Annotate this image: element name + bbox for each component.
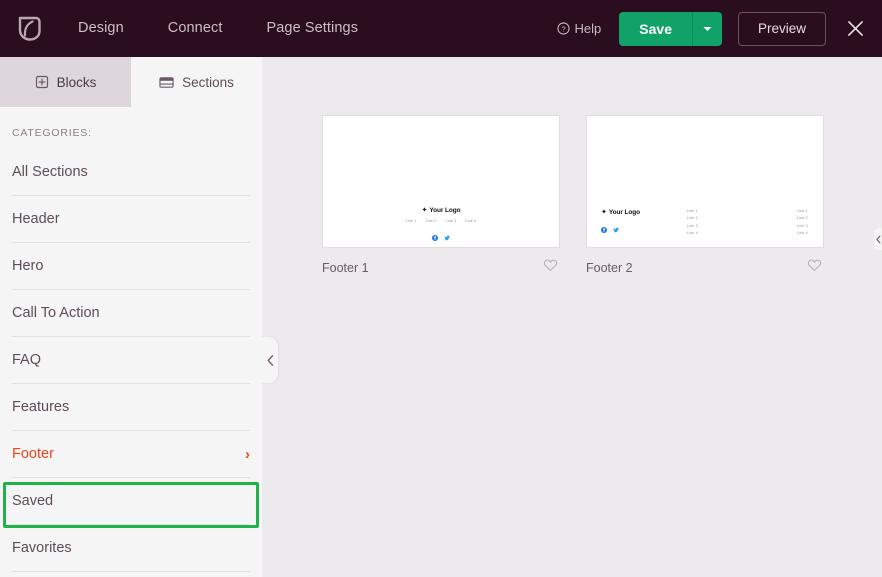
category-label: FAQ bbox=[12, 352, 41, 368]
category-item-favorites[interactable]: Favorites bbox=[12, 525, 250, 572]
logo-glyph-icon: ✦ bbox=[422, 207, 428, 214]
preview-link: Link 4 bbox=[465, 219, 476, 223]
section-thumbnail: ✦ Your Logo bbox=[586, 115, 824, 248]
category-item-hero[interactable]: Hero bbox=[12, 243, 250, 290]
category-item-footer[interactable]: Footer › bbox=[12, 431, 250, 478]
leaf-logo-icon bbox=[16, 15, 43, 42]
tab-sections[interactable]: Sections bbox=[131, 57, 262, 107]
category-label: All Sections bbox=[12, 164, 88, 180]
help-label: Help bbox=[575, 21, 602, 36]
twitter-icon bbox=[613, 220, 619, 226]
section-card-footer-bar: Footer 1 bbox=[322, 258, 560, 277]
preview-link: Link 1 bbox=[797, 209, 808, 213]
preview-link-row: Link 1 Link 2 Link 3 Link 4 bbox=[406, 219, 476, 223]
preview-link: Link 2 bbox=[426, 219, 437, 223]
section-card-grid: ✦ Your Logo Link 1 Link 2 Link 3 Link 4 bbox=[322, 115, 882, 277]
sidebar-tabs: Blocks Sections bbox=[0, 57, 262, 107]
save-dropdown-button[interactable] bbox=[692, 12, 722, 46]
preview-social-row bbox=[601, 220, 687, 226]
category-label: Header bbox=[12, 211, 60, 227]
preview-social-row bbox=[432, 228, 450, 234]
section-thumbnail: ✦ Your Logo Link 1 Link 2 Link 3 Link 4 bbox=[322, 115, 560, 248]
close-button[interactable] bbox=[842, 16, 868, 42]
save-button[interactable]: Save bbox=[619, 12, 692, 46]
section-card-title: Footer 1 bbox=[322, 261, 369, 275]
header-actions: ? Help Save Preview bbox=[557, 0, 882, 57]
category-label: Call To Action bbox=[12, 305, 100, 321]
section-card-footer-bar: Footer 2 bbox=[586, 258, 824, 277]
category-item-faq[interactable]: FAQ bbox=[12, 337, 250, 384]
sidebar: Blocks Sections CATEGORIES: All Sections… bbox=[0, 57, 262, 577]
nav-item-page-settings[interactable]: Page Settings bbox=[244, 0, 380, 57]
save-button-group: Save bbox=[619, 12, 722, 46]
heart-outline-icon bbox=[543, 258, 558, 272]
nav-item-connect[interactable]: Connect bbox=[146, 0, 245, 57]
category-label: Hero bbox=[12, 258, 43, 274]
preview-logo: ✦ Your Logo bbox=[601, 209, 687, 216]
tab-blocks-label: Blocks bbox=[57, 75, 97, 90]
svg-text:?: ? bbox=[561, 24, 565, 33]
close-icon bbox=[847, 20, 864, 37]
chevron-left-icon bbox=[267, 355, 274, 366]
section-card-footer-1[interactable]: ✦ Your Logo Link 1 Link 2 Link 3 Link 4 bbox=[322, 115, 560, 277]
facebook-icon bbox=[432, 228, 438, 234]
main-nav: Design Connect Page Settings bbox=[58, 0, 380, 57]
question-circle-icon: ? bbox=[557, 22, 570, 35]
help-button[interactable]: ? Help bbox=[557, 21, 602, 36]
logo-glyph-icon: ✦ bbox=[601, 209, 607, 216]
preview-link: Link 2 bbox=[687, 216, 797, 220]
preview-link: Link 1 bbox=[406, 219, 417, 223]
category-label: Features bbox=[12, 399, 69, 415]
logo-text: Your Logo bbox=[429, 207, 460, 214]
preview-brand-block: ✦ Your Logo bbox=[601, 209, 687, 226]
page-root: Design Connect Page Settings ? Help Save bbox=[0, 0, 882, 577]
preview-link: Link 3 bbox=[687, 224, 797, 228]
chevron-left-icon bbox=[876, 235, 881, 244]
favorite-button[interactable] bbox=[807, 258, 822, 277]
preview-link: Link 4 bbox=[797, 231, 808, 235]
section-card-title: Footer 2 bbox=[586, 261, 633, 275]
preview-link: Link 1 bbox=[687, 209, 797, 213]
category-list: All Sections Header Hero Call To Action … bbox=[0, 149, 262, 572]
chevron-down-icon bbox=[703, 26, 712, 32]
tab-sections-label: Sections bbox=[182, 75, 234, 90]
category-item-header[interactable]: Header bbox=[12, 196, 250, 243]
logo-text: Your Logo bbox=[609, 209, 640, 216]
category-label: Favorites bbox=[12, 540, 72, 556]
footer-preview-centered: ✦ Your Logo Link 1 Link 2 Link 3 Link 4 bbox=[323, 207, 559, 234]
tab-blocks[interactable]: Blocks bbox=[0, 57, 131, 107]
preview-link-column: Link 1 Link 2 Link 3 Link 4 bbox=[797, 209, 808, 236]
preview-link-column: Link 1 Link 2 Link 3 Link 4 bbox=[687, 209, 797, 236]
app-header: Design Connect Page Settings ? Help Save bbox=[0, 0, 882, 57]
right-panel-handle[interactable] bbox=[874, 228, 882, 250]
preview-link: Link 2 bbox=[797, 216, 808, 220]
category-item-call-to-action[interactable]: Call To Action bbox=[12, 290, 250, 337]
nav-item-design[interactable]: Design bbox=[58, 0, 146, 57]
preview-button[interactable]: Preview bbox=[738, 12, 826, 46]
preview-logo: ✦ Your Logo bbox=[422, 207, 461, 214]
favorite-button[interactable] bbox=[543, 258, 558, 277]
heart-outline-icon bbox=[807, 258, 822, 272]
blocks-square-plus-icon bbox=[35, 75, 49, 89]
sidebar-collapse-handle[interactable] bbox=[262, 337, 278, 383]
section-card-footer-2[interactable]: ✦ Your Logo bbox=[586, 115, 824, 277]
category-label: Saved bbox=[12, 493, 53, 509]
preview-link: Link 4 bbox=[687, 231, 797, 235]
category-item-saved[interactable]: Saved bbox=[12, 478, 250, 525]
sections-stack-icon bbox=[159, 76, 174, 89]
twitter-icon bbox=[444, 228, 450, 234]
sections-canvas: ✦ Your Logo Link 1 Link 2 Link 3 Link 4 bbox=[262, 57, 882, 577]
category-label: Footer bbox=[12, 446, 54, 462]
category-item-all-sections[interactable]: All Sections bbox=[12, 149, 250, 196]
categories-heading: CATEGORIES: bbox=[0, 107, 262, 149]
preview-link: Link 3 bbox=[797, 224, 808, 228]
app-logo[interactable] bbox=[0, 0, 58, 57]
preview-link: Link 3 bbox=[446, 219, 457, 223]
chevron-right-icon: › bbox=[245, 446, 250, 463]
facebook-icon bbox=[601, 220, 607, 226]
footer-preview-columns: ✦ Your Logo bbox=[601, 209, 809, 236]
category-item-features[interactable]: Features bbox=[12, 384, 250, 431]
